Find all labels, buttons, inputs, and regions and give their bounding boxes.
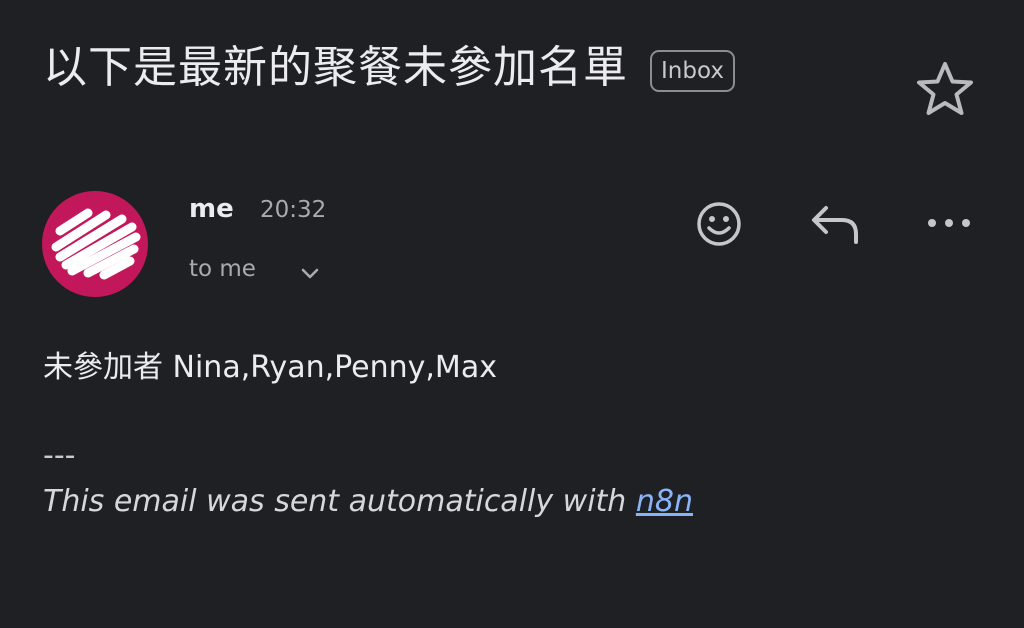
- reply-icon[interactable]: [808, 200, 864, 248]
- more-horizontal-icon[interactable]: [924, 210, 974, 236]
- smiley-icon[interactable]: [693, 198, 745, 250]
- avatar[interactable]: [42, 191, 148, 297]
- n8n-link[interactable]: n8n: [636, 484, 693, 519]
- auto-sent-footer: This email was sent automatically with n…: [43, 484, 693, 519]
- chevron-down-icon[interactable]: [299, 266, 321, 282]
- email-header: 以下是最新的聚餐未參加名單 Inbox: [43, 36, 735, 100]
- absent-list-line: 未參加者 Nina,Ryan,Penny,Max: [43, 350, 497, 385]
- email-subject: 以下是最新的聚餐未參加名單: [43, 42, 628, 93]
- footer-text: This email was sent automatically with: [43, 484, 636, 519]
- inbox-label-chip[interactable]: Inbox: [650, 50, 735, 92]
- recipient-line[interactable]: to me: [189, 256, 256, 282]
- star-icon[interactable]: [912, 58, 978, 120]
- signature-separator: ---: [43, 438, 76, 473]
- redacted-scribble-icon: [51, 208, 141, 280]
- sent-time: 20:32: [260, 197, 327, 223]
- sender-name: me: [189, 194, 234, 224]
